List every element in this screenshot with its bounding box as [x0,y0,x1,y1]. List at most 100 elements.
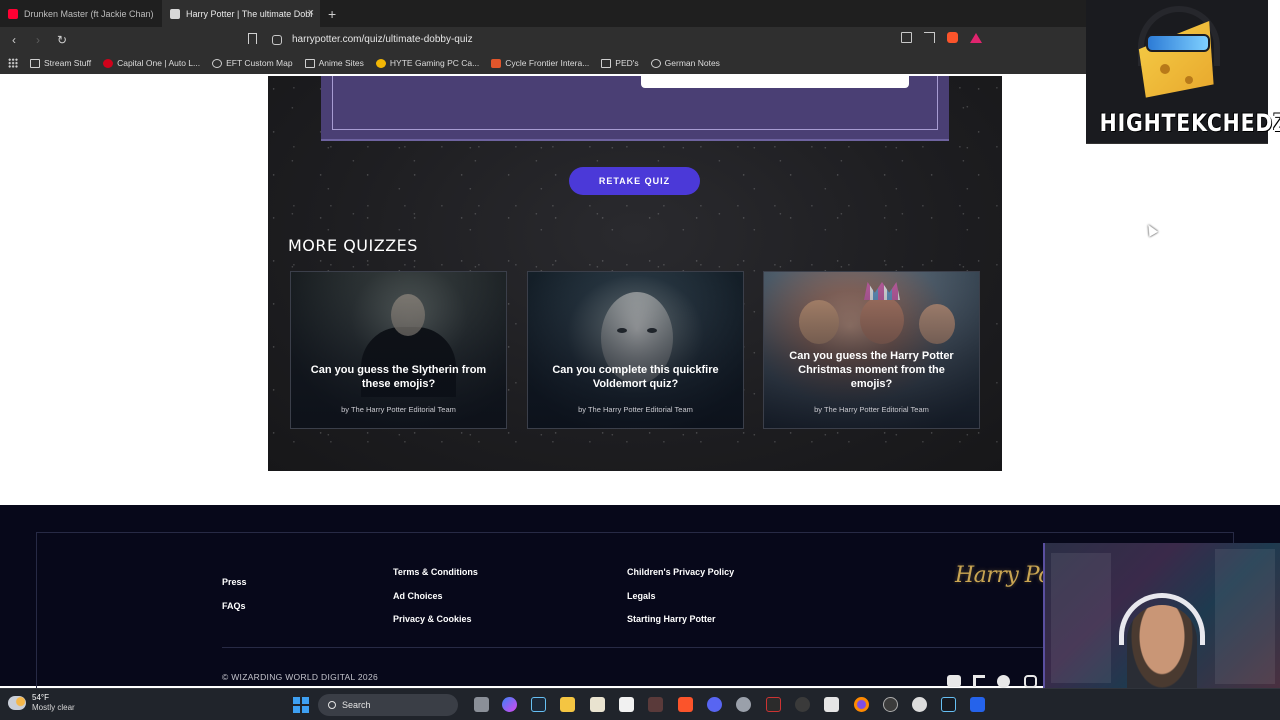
bookmark-peds[interactable]: PED's [601,58,639,68]
more-quizzes-heading: MORE QUIZZES [288,236,418,255]
youtube-icon[interactable] [947,675,961,687]
notepad-icon[interactable] [590,697,605,712]
cycle-icon [491,58,502,68]
footer-link-privacy[interactable]: Privacy & Cookies [393,614,472,624]
tab-harry-potter[interactable]: Harry Potter | The ultimate Dobb × [162,0,320,27]
file-explorer-icon[interactable] [560,697,575,712]
quiz-card-slytherin[interactable]: Can you guess the Slytherin from these e… [290,271,507,429]
card-author: by The Harry Potter Editorial Team [578,405,693,414]
globe-icon [650,58,661,68]
cheese-hole [1160,64,1170,74]
weather-widget[interactable]: 54°F Mostly clear [8,693,75,713]
bookmark-hyte[interactable]: HYTE Gaming PC Ca... [375,58,479,68]
address-bar[interactable]: harrypotter.com/quiz/ultimate-dobby-quiz [272,31,992,48]
footer-link-terms[interactable]: Terms & Conditions [393,567,478,577]
tab-close-icon[interactable]: × [308,7,314,19]
folder-icon [304,58,315,68]
hyte-icon [375,58,386,68]
goggles-graphic [1146,34,1210,52]
result-share-field[interactable] [641,76,909,88]
tab-title: Drunken Master (ft Jackie Chan) | Fu [24,8,154,19]
site-settings-icon[interactable] [272,34,282,45]
bookmark-page-icon[interactable] [248,33,257,44]
forward-button[interactable]: › [28,33,48,47]
game-launcher-icon[interactable] [648,697,663,712]
nav-right-actions [901,32,982,43]
copyright-text: © WIZARDING WORLD DIGITAL 2026 [222,672,379,682]
tab-drunken-master[interactable]: Drunken Master (ft Jackie Chan) | Fu [0,0,162,27]
partly-cloudy-icon [8,696,26,710]
streamer-brand-overlay: HIGHTEKCHEDZ [1086,0,1280,144]
steam-client-icon[interactable] [941,697,956,712]
webcam-overlay [1043,543,1280,688]
bookmark-anime-sites[interactable]: Anime Sites [304,58,364,68]
footer-link-ad-choices[interactable]: Ad Choices [393,591,443,601]
card-title: Can you guess the Harry Potter Christmas… [789,350,954,390]
quiz-card-voldemort[interactable]: Can you complete this quickfire Voldemor… [527,271,744,429]
quiz-result-box [321,76,949,141]
browser-nav-bar: ‹ › ↻ harrypotter.com/quiz/ultimate-dobb… [0,27,1086,52]
rog-armoury-icon[interactable] [766,697,781,712]
tab-title: Harry Potter | The ultimate Dobb [186,8,312,19]
new-tab-button[interactable]: + [328,6,336,22]
windows-start-icon[interactable] [293,697,309,713]
document-icon[interactable] [619,697,634,712]
reload-button[interactable]: ↻ [52,33,72,47]
globe-icon [212,58,223,68]
url-text[interactable]: harrypotter.com/quiz/ultimate-dobby-quiz [292,34,473,45]
instagram-icon[interactable] [1024,675,1037,688]
card-author: by The Harry Potter Editorial Team [814,405,929,414]
copilot-icon[interactable] [502,697,517,712]
brave-shields-icon[interactable] [947,32,958,43]
youtube-favicon-icon [8,8,18,19]
task-view-icon[interactable] [474,697,489,712]
bookmark-stream-stuff[interactable]: Stream Stuff [30,58,91,68]
app-icon[interactable] [970,697,985,712]
folder-icon [30,58,40,68]
quiz-card-christmas[interactable]: Can you guess the Harry Potter Christmas… [763,271,980,429]
obs-icon[interactable] [883,697,898,712]
tiktok-icon[interactable] [973,675,985,687]
retake-quiz-button[interactable]: RETAKE QUIZ [569,167,700,195]
streamer-person [1127,605,1197,688]
footer-link-starting-hp[interactable]: Starting Harry Potter [627,614,716,624]
weather-temperature: 54°F [32,693,49,702]
brave-rewards-icon[interactable] [970,32,982,43]
settings-gear-icon[interactable] [736,697,751,712]
bookmark-eft-custom-map[interactable]: EFT Custom Map [212,58,293,68]
shelf [1215,549,1275,684]
shelf [1051,553,1111,683]
share-icon[interactable] [924,32,935,43]
brave-browser-icon[interactable] [678,697,693,712]
search-icon [328,701,336,709]
weather-text: 54°F Mostly clear [32,693,75,713]
logitech-ghub-icon[interactable] [795,697,810,712]
capital-one-icon [103,58,114,68]
bookmark-capital-one[interactable]: Capital One | Auto L... [103,58,200,68]
footer-link-childrens-privacy[interactable]: Children's Privacy Policy [627,567,734,577]
discord-icon[interactable] [707,697,722,712]
card-author: by The Harry Potter Editorial Team [341,405,456,414]
bookmark-german-notes[interactable]: German Notes [650,58,720,68]
card-title: Can you complete this quickfire Voldemor… [552,364,719,390]
back-button[interactable]: ‹ [4,33,24,47]
cast-icon[interactable] [901,32,912,43]
footer-link-legals[interactable]: Legals [627,591,656,601]
footer-link-faqs[interactable]: FAQs [222,601,246,611]
search-label: Search [342,700,371,710]
taskbar-search[interactable]: Search [318,694,458,716]
bookmark-cycle-frontier[interactable]: Cycle Frontier Intera... [491,58,589,68]
cheese-hole [1185,76,1193,84]
apps-grid-icon[interactable] [8,58,18,68]
chatgpt-icon[interactable] [912,697,927,712]
folder-icon [601,58,612,68]
harry-potter-favicon-icon [170,8,180,19]
move-tool-icon[interactable] [824,697,839,712]
footer-link-press[interactable]: Press [222,577,247,587]
card-title: Can you guess the Slytherin from these e… [310,364,487,390]
steam-icon[interactable] [531,697,546,712]
firefox-icon[interactable] [854,697,869,712]
brand-name: HIGHTEKCHEDZ [1099,109,1280,137]
bookmarks-bar: Stream Stuff Capital One | Auto L... EFT… [0,52,1086,74]
facebook-icon[interactable] [997,675,1010,688]
